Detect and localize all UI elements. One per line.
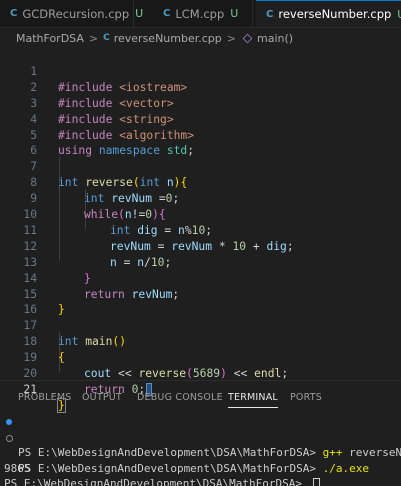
code-line: 15 } bbox=[0, 271, 401, 317]
tab-ports[interactable]: PORTS bbox=[290, 392, 322, 403]
cpp-file-icon: C bbox=[10, 8, 18, 19]
cpp-file-icon: C bbox=[103, 33, 110, 43]
code-editor[interactable]: 1 #include <iostream> 2 #include <vector… bbox=[0, 48, 401, 413]
code-line: 8 int revNum =0; bbox=[0, 159, 401, 205]
function-symbol-icon bbox=[242, 33, 253, 43]
tab-label: LCM.cpp bbox=[175, 6, 225, 21]
cpp-file-icon: C bbox=[163, 8, 171, 19]
tab-output[interactable]: OUTPUT bbox=[82, 392, 122, 403]
command-status-icon bbox=[6, 419, 12, 425]
tab-terminal[interactable]: TERMINAL bbox=[228, 392, 278, 408]
chevron-right-icon: > bbox=[88, 31, 99, 45]
tab-reversenumber[interactable]: C reverseNumber.cpp U × bbox=[256, 0, 401, 27]
panel-divider bbox=[0, 380, 401, 381]
code-line: 3 #include <string> bbox=[0, 80, 401, 126]
breadcrumb-folder[interactable]: MathForDSA bbox=[16, 32, 84, 45]
code-line: 12 n = n/10; bbox=[0, 223, 401, 269]
terminal-output-line: 9865 bbox=[4, 461, 31, 475]
tab-label: reverseNumber.cpp bbox=[278, 7, 392, 21]
panel-tab-bar: PROBLEMS OUTPUT DEBUG CONSOLE TERMINAL P… bbox=[0, 390, 401, 410]
code-line: 20 return 0; bbox=[0, 350, 401, 397]
tab-gcdrecursion[interactable]: C GCDRecursion.cpp U bbox=[0, 0, 143, 27]
untracked-badge: U bbox=[135, 7, 144, 20]
untracked-badge: U bbox=[230, 7, 239, 20]
code-line: 18 { bbox=[0, 318, 401, 364]
code-line: 5 using namespace std; bbox=[0, 112, 401, 158]
terminal-line: PS E:\WebDesignAndDevelopment\DSA\MathFo… bbox=[0, 414, 401, 459]
code-line: 9 while(n!=0){ bbox=[0, 175, 401, 221]
code-line: 16 bbox=[0, 287, 401, 316]
code-line: 6 bbox=[0, 128, 401, 157]
breadcrumb-symbol[interactable]: main() bbox=[257, 32, 293, 45]
tab-label: GCDRecursion.cpp bbox=[22, 6, 130, 21]
tab-debug-console[interactable]: DEBUG CONSOLE bbox=[137, 392, 223, 403]
untracked-badge: U bbox=[397, 8, 401, 21]
code-line: 2 #include <vector> bbox=[0, 64, 401, 110]
code-line: 14 return revNum; bbox=[0, 255, 401, 301]
code-line: 7 int reverse(int n){ bbox=[0, 143, 401, 189]
code-line: 11 revNum = revNum * 10 + dig; bbox=[0, 207, 401, 253]
code-line: 13 } bbox=[0, 239, 401, 285]
editor-tab-bar: C GCDRecursion.cpp U C LCM.cpp U C rever… bbox=[0, 0, 401, 28]
code-line: 17 int main() bbox=[0, 302, 401, 348]
breadcrumb-file[interactable]: reverseNumber.cpp bbox=[114, 32, 222, 45]
terminal-line: PS E:\WebDesignAndDevelopment\DSA\MathFo… bbox=[0, 430, 401, 475]
cpp-file-icon: C bbox=[266, 8, 274, 20]
code-line: 4 #include <algorithm> bbox=[0, 96, 401, 142]
command-status-icon bbox=[6, 434, 13, 442]
code-line: 1 #include <iostream> bbox=[0, 48, 401, 94]
terminal-cursor bbox=[312, 478, 320, 486]
tab-problems[interactable]: PROBLEMS bbox=[18, 392, 71, 403]
chevron-right-icon: > bbox=[226, 31, 236, 45]
code-line: 19 cout << reverse(5689) << endl; bbox=[0, 334, 401, 380]
code-line: 10 int dig = n%10; bbox=[0, 191, 401, 237]
breadcrumb: MathForDSA > C reverseNumber.cpp > main(… bbox=[0, 28, 401, 48]
terminal-line: PS E:\WebDesignAndDevelopment\DSA\MathFo… bbox=[0, 461, 401, 486]
terminal[interactable]: PS E:\WebDesignAndDevelopment\DSA\MathFo… bbox=[0, 414, 401, 486]
tab-lcm[interactable]: C LCM.cpp U bbox=[153, 0, 253, 27]
